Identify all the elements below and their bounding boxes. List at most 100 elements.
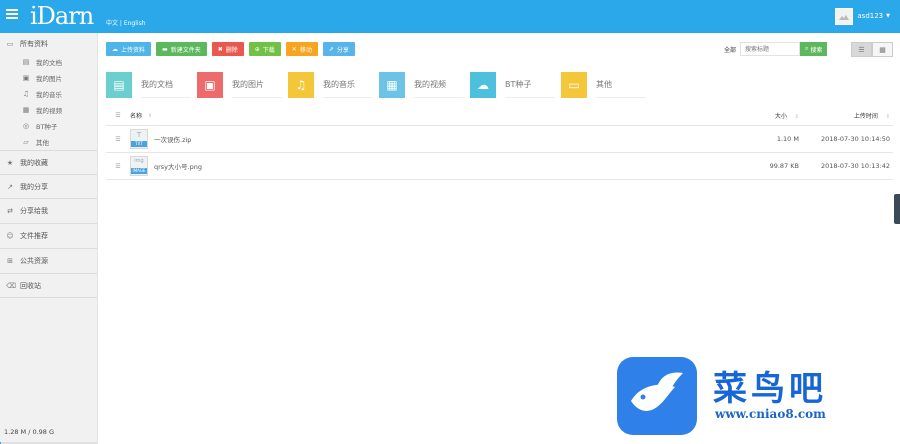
menu-icon[interactable]: [6, 9, 18, 21]
cloud-upload-icon: ☁: [112, 45, 118, 53]
sidebar-item-documents[interactable]: ▤ 我的文档: [0, 54, 97, 70]
film-icon: ▦: [379, 72, 405, 98]
music-icon: ♫: [288, 72, 314, 98]
storage-usage-text: 1.28 M / 0.98 G: [4, 428, 55, 436]
cloud-download-icon: ☁: [470, 72, 496, 98]
sidebar-item-images[interactable]: ▣ 我的图片: [0, 70, 97, 86]
file-name[interactable]: qrsy大小号.png: [154, 161, 202, 171]
sidebar-item-all[interactable]: ▭ 所有资料: [0, 33, 97, 54]
sidebar-item-trash[interactable]: ⌫ 回收站: [0, 273, 97, 298]
move-button-label: 移动: [299, 46, 312, 54]
file-size: 99.87 KB: [769, 162, 799, 170]
search-bar: 全部 ⌕ 搜索: [724, 42, 828, 56]
share-button[interactable]: ⇗ 分享: [322, 42, 355, 56]
download-button[interactable]: ⊕ 下载: [248, 42, 281, 56]
toolbar: ☁ 上传资料 ▬ 新建文件夹 ✖ 删除 ⊕ 下载 ✕ 移动 ⇗ 分享: [106, 42, 355, 56]
language-switch[interactable]: 中文 | English: [106, 18, 146, 27]
table-row[interactable]: ☰ T TXT 一次误伤.zip 1.10 M 2018-07-30 10:14…: [106, 126, 893, 153]
new-folder-button-label: 新建文件夹: [170, 46, 201, 54]
sidebar-item-favorites[interactable]: ★ 我的收藏: [0, 150, 97, 174]
file-type-icon: T TXT: [130, 129, 148, 149]
row-checkbox[interactable]: ☰: [106, 163, 130, 170]
document-icon: ▤: [106, 72, 132, 98]
category-label: 我的音乐: [323, 72, 373, 98]
download-icon: ⊕: [254, 45, 260, 53]
category-documents[interactable]: ▤ 我的文档: [106, 70, 197, 100]
sidebar-item-label: 回收站: [20, 281, 41, 290]
file-table: ☰ 名称 ⇕ 大小 ⇕ 上传时间 ⇕ ☰ T TXT 一次误伤.zip 1.10…: [106, 106, 893, 180]
sidebar-item-music[interactable]: ♫ 我的音乐: [0, 86, 97, 102]
music-icon: ♫: [22, 90, 30, 98]
delete-button[interactable]: ✖ 删除: [211, 42, 244, 56]
category-label: 我的图片: [232, 72, 282, 98]
sidebar-item-recommend[interactable]: ☺ 文件推荐: [0, 223, 97, 248]
sidebar-item-public[interactable]: ⊞ 公共资源: [0, 248, 97, 273]
file-name[interactable]: 一次误伤.zip: [154, 134, 191, 144]
search-button-label: 搜索: [810, 46, 823, 54]
sidebar-item-label: 所有资料: [20, 39, 48, 48]
category-videos[interactable]: ▦ 我的视频: [379, 70, 470, 100]
delete-button-label: 删除: [225, 46, 238, 54]
file-type-icon: img IMAGE: [130, 156, 148, 176]
avatar: [835, 7, 854, 25]
table-header: ☰ 名称 ⇕ 大小 ⇕ 上传时间 ⇕: [106, 106, 893, 126]
name-column-header[interactable]: 名称 ⇕: [130, 111, 753, 121]
folder-open-icon: ▭: [561, 72, 587, 98]
category-torrents[interactable]: ☁ BT种子: [470, 70, 561, 100]
star-icon: ★: [6, 158, 14, 167]
file-type-tag: TXT: [131, 141, 147, 147]
size-header-label: 大小: [774, 113, 787, 120]
sort-icon: ⇕: [794, 114, 799, 120]
category-music[interactable]: ♫ 我的音乐: [288, 70, 379, 100]
list-view-button[interactable]: ☰: [851, 42, 872, 57]
name-header-label: 名称: [130, 113, 143, 120]
new-folder-button[interactable]: ▬ 新建文件夹: [156, 42, 207, 56]
time-header-label: 上传时间: [853, 113, 878, 120]
sidebar-item-label: 我的分享: [20, 182, 48, 191]
search-input[interactable]: [740, 42, 801, 56]
public-icon: ⊞: [7, 257, 13, 265]
table-row[interactable]: ☰ img IMAGE qrsy大小号.png 99.87 KB 2018-07…: [106, 153, 893, 180]
watermark-url: www.cniao8.com: [715, 407, 826, 421]
select-all-checkbox[interactable]: ☰: [106, 112, 130, 119]
search-button[interactable]: ⌕ 搜索: [800, 42, 828, 56]
list-icon: ☰: [858, 45, 865, 54]
chevron-down-icon: ▼: [886, 13, 890, 19]
sidebar-item-label: 其他: [36, 139, 49, 147]
move-button[interactable]: ✕ 移动: [285, 42, 318, 56]
view-toggle: ☰ ▦: [851, 42, 893, 57]
torrent-icon: ◎: [22, 122, 30, 130]
category-images[interactable]: ▣ 我的图片: [197, 70, 288, 100]
app-logo[interactable]: iDarn: [30, 0, 94, 33]
category-other[interactable]: ▭ 其他: [561, 70, 652, 100]
file-upload-time: 2018-07-30 10:14:50: [820, 135, 890, 143]
document-icon: ▤: [22, 58, 30, 66]
sidebar-item-torrents[interactable]: ◎ BT种子: [0, 118, 97, 134]
category-label: 我的视频: [414, 72, 464, 98]
row-checkbox[interactable]: ☰: [106, 136, 130, 143]
grid-view-button[interactable]: ▦: [872, 42, 893, 57]
move-icon: ✕: [291, 45, 297, 53]
sidebar-item-other[interactable]: ▱ 其他: [0, 134, 97, 150]
sidebar-item-videos[interactable]: ▦ 我的视频: [0, 102, 97, 118]
user-menu[interactable]: asd123 ▼: [835, 7, 890, 25]
category-bar: ▤ 我的文档 ▣ 我的图片 ♫ 我的音乐 ▦ 我的视频 ☁ BT种子 ▭ 其他: [106, 70, 652, 100]
bird-logo-icon: [617, 357, 697, 435]
download-button-label: 下载: [262, 46, 275, 54]
sidebar-item-label: 我的文档: [36, 59, 62, 67]
sidebar: ▭ 所有资料 ▤ 我的文档 ▣ 我的图片 ♫ 我的音乐 ▦ 我的视频 ◎ BT种…: [0, 33, 98, 444]
time-column-header[interactable]: 上传时间 ⇕: [803, 111, 893, 120]
side-panel-handle[interactable]: [894, 194, 900, 224]
size-column-header[interactable]: 大小 ⇕: [753, 111, 803, 120]
category-label: 其他: [596, 72, 646, 98]
sidebar-item-label: 分享给我: [20, 207, 48, 215]
file-glyph: img: [134, 158, 144, 164]
upload-button[interactable]: ☁ 上传资料: [106, 42, 152, 56]
other-icon: ▱: [23, 138, 29, 146]
folder-icon: ▬: [162, 45, 168, 53]
search-scope-select[interactable]: 全部: [724, 45, 736, 54]
watermark: 菜鸟吧 www.cniao8.com: [617, 357, 900, 444]
sidebar-item-shared-with-me[interactable]: ⇄ 分享给我: [0, 198, 97, 223]
grid-icon: ▦: [879, 45, 886, 54]
sidebar-item-my-shares[interactable]: ↗ 我的分享: [0, 174, 97, 198]
